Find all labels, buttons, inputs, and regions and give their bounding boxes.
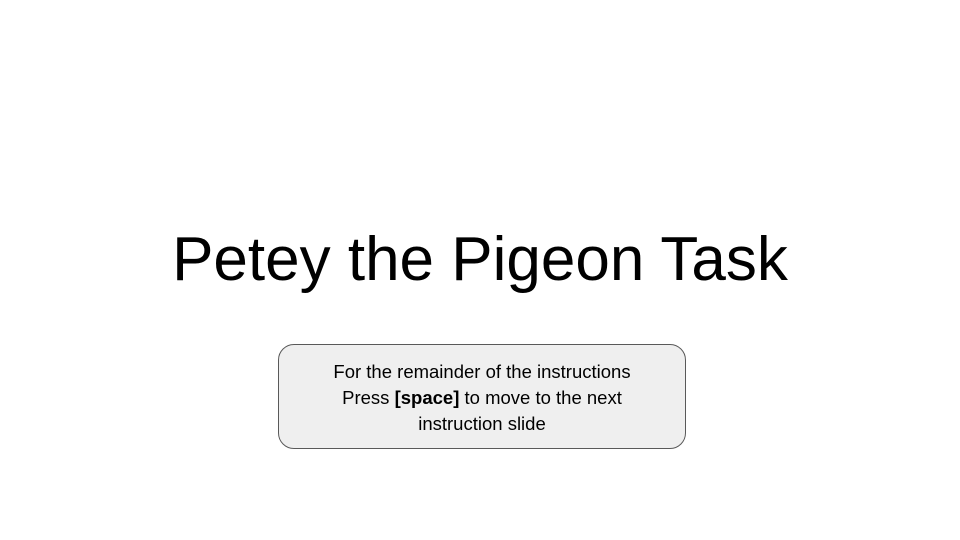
slide-title: Petey the Pigeon Task: [172, 225, 788, 294]
instruction-line-2: Press [space] to move to the next: [291, 385, 673, 411]
instruction-press-text: Press: [342, 387, 395, 408]
space-key-label: [space]: [394, 387, 460, 408]
instruction-line-3: instruction slide: [418, 413, 546, 434]
instruction-next-text: to move to the next: [459, 387, 622, 408]
instruction-box: For the remainder of the instructions Pr…: [278, 344, 686, 449]
instruction-slide: Petey the Pigeon Task For the remainder …: [0, 0, 960, 540]
instruction-line-1: For the remainder of the instructions: [333, 361, 631, 382]
